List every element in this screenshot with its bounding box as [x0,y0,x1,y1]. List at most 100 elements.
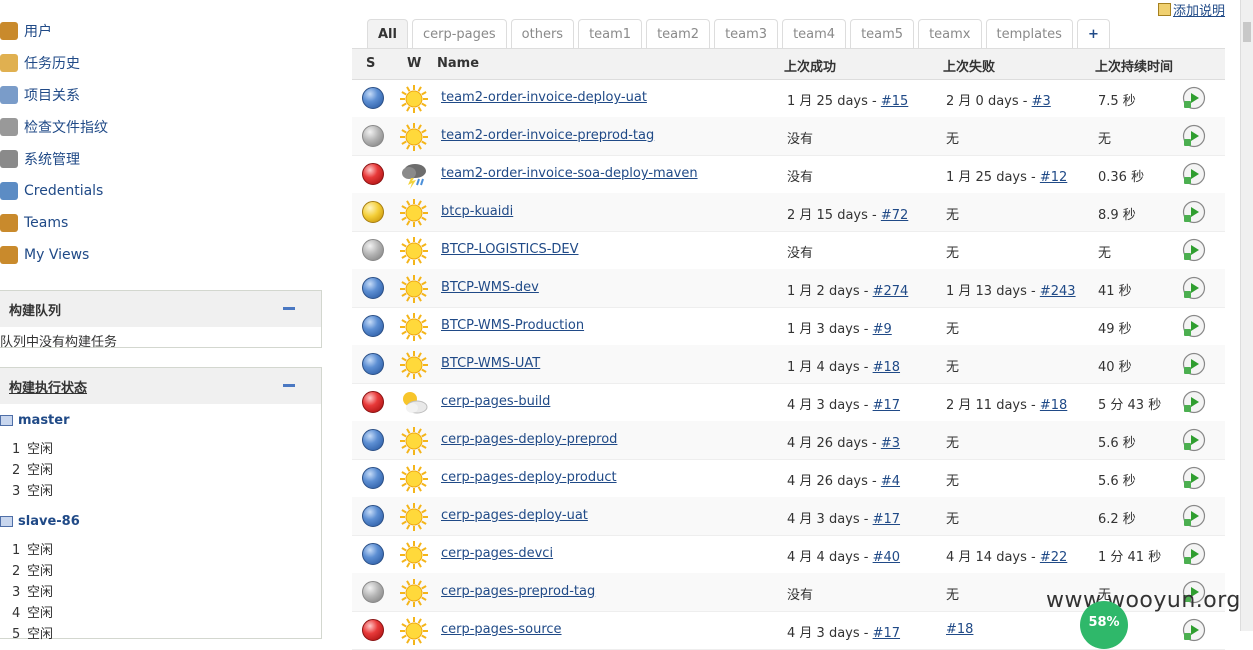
job-link[interactable]: team2-order-invoice-soa-deploy-maven [441,166,698,181]
last-success-build-link[interactable]: #72 [881,208,908,223]
view-tab[interactable]: team2 [646,19,711,49]
last-success-text: 4 月 3 days - [787,626,873,641]
last-success-build-link[interactable]: #4 [881,474,900,489]
job-link[interactable]: cerp-pages-deploy-uat [441,508,588,523]
last-success-build-link[interactable]: #274 [873,284,909,299]
sidebar-item[interactable]: 检查文件指纹 [0,114,108,140]
job-link[interactable]: cerp-pages-build [441,394,550,409]
sidebar-item[interactable]: My Views [0,242,89,268]
job-link[interactable]: cerp-pages-deploy-preprod [441,432,617,447]
last-failure-cell: 无 [946,128,959,147]
view-tab[interactable]: All [367,19,408,49]
job-link[interactable]: cerp-pages-devci [441,546,553,561]
last-failure-text: 无 [946,132,960,147]
collapse-icon[interactable] [283,307,295,310]
build-status-ball-icon [362,581,384,603]
job-link[interactable]: team2-order-invoice-preprod-tag [441,128,654,143]
schedule-build-icon[interactable] [1182,466,1206,490]
view-tab[interactable]: teamx [918,19,982,49]
last-failure-build-link[interactable]: #12 [1040,170,1067,185]
edit-icon [1158,3,1171,16]
vertical-scrollbar[interactable] [1240,0,1253,631]
last-success-build-link[interactable]: #9 [873,322,892,337]
weather-sunny-icon [399,198,429,228]
executor-node[interactable]: slave-86 [0,514,80,529]
executor-state: 空闲 [27,606,54,621]
executor-state: 空闲 [27,543,54,558]
schedule-build-icon[interactable] [1182,124,1206,148]
executor-row: 1 空闲 [12,438,53,457]
last-success-build-link[interactable]: #40 [873,550,900,565]
schedule-build-icon[interactable] [1182,314,1206,338]
last-failure-text: 1 月 25 days - [946,170,1040,185]
last-failure-build-link[interactable]: #18 [1040,398,1067,413]
add-view-tab[interactable]: + [1076,19,1110,49]
job-link[interactable]: BTCP-WMS-Production [441,318,584,333]
schedule-build-icon[interactable] [1182,86,1206,110]
sidebar-item[interactable]: 任务历史 [0,50,80,76]
header-last-failure[interactable]: 上次失败 [943,56,995,75]
header-name[interactable]: Name [437,56,479,71]
collapse-icon[interactable] [283,384,295,387]
schedule-build-icon[interactable] [1182,162,1206,186]
last-success-build-link[interactable]: #3 [881,436,900,451]
last-failure-build-link[interactable]: #3 [1032,94,1051,109]
last-success-build-link[interactable]: #15 [881,94,908,109]
schedule-build-icon[interactable] [1182,200,1206,224]
header-status[interactable]: S [366,56,375,71]
view-tab[interactable]: cerp-pages [411,19,507,49]
last-failure-cell: 无 [946,508,959,527]
sidebar-item[interactable]: 用户 [0,18,52,44]
add-description-link[interactable]: 添加说明 [1158,0,1225,19]
schedule-build-icon[interactable] [1182,618,1206,642]
last-failure-build-link[interactable]: #18 [946,622,973,637]
last-success-build-link[interactable]: #17 [873,512,900,527]
last-failure-cell: 无 [946,318,959,337]
executor-status-title[interactable]: 构建执行状态 [9,377,87,396]
sidebar-item[interactable]: Credentials [0,178,103,204]
job-link[interactable]: cerp-pages-deploy-product [441,470,617,485]
sidebar-item[interactable]: Teams [0,210,68,236]
job-link[interactable]: BTCP-LOGISTICS-DEV [441,242,579,257]
job-link[interactable]: BTCP-WMS-UAT [441,356,540,371]
view-tab[interactable]: others [510,19,575,49]
sidebar-item-label: 用户 [24,24,52,40]
view-tab[interactable]: team5 [850,19,915,49]
schedule-build-icon[interactable] [1182,352,1206,376]
header-last-success[interactable]: 上次成功 [784,56,836,75]
view-tab[interactable]: team3 [714,19,779,49]
job-link[interactable]: BTCP-WMS-dev [441,280,539,295]
job-link[interactable]: btcp-kuaidi [441,204,513,219]
job-link[interactable]: cerp-pages-source [441,622,562,637]
schedule-build-icon[interactable] [1182,276,1206,300]
schedule-build-icon[interactable] [1182,238,1206,262]
last-success-build-link[interactable]: #17 [873,398,900,413]
schedule-build-icon[interactable] [1182,504,1206,528]
last-failure-cell: 无 [946,432,959,451]
table-row: BTCP-LOGISTICS-DEV 没有 无 无 [352,231,1225,270]
last-failure-cell: 2 月 11 days - #18 [946,394,1067,413]
last-failure-cell: 无 [946,470,959,489]
header-last-duration[interactable]: 上次持续时间 [1095,56,1173,75]
view-tab[interactable]: team1 [578,19,643,49]
last-failure-text: 无 [946,588,960,603]
view-tab[interactable]: templates [985,19,1073,49]
job-link[interactable]: cerp-pages-preprod-tag [441,584,595,599]
build-status-ball-icon [362,201,384,223]
schedule-build-icon[interactable] [1182,542,1206,566]
sidebar-item[interactable]: 系统管理 [0,146,80,172]
last-duration-cell: 5.6 秒 [1098,474,1136,489]
view-tab[interactable]: team4 [782,19,847,49]
schedule-build-icon[interactable] [1182,390,1206,414]
last-failure-build-link[interactable]: #243 [1040,284,1076,299]
schedule-build-icon[interactable] [1182,428,1206,452]
sidebar-item[interactable]: 项目关系 [0,82,80,108]
sidebar-item-label: My Views [24,247,90,263]
last-failure-build-link[interactable]: #22 [1040,550,1067,565]
header-weather[interactable]: W [407,56,421,71]
executor-node[interactable]: master [0,413,70,428]
last-success-build-link[interactable]: #17 [873,626,900,641]
last-success-build-link[interactable]: #18 [873,360,900,375]
scrollbar-thumb[interactable] [1243,22,1251,42]
job-link[interactable]: team2-order-invoice-deploy-uat [441,90,647,105]
